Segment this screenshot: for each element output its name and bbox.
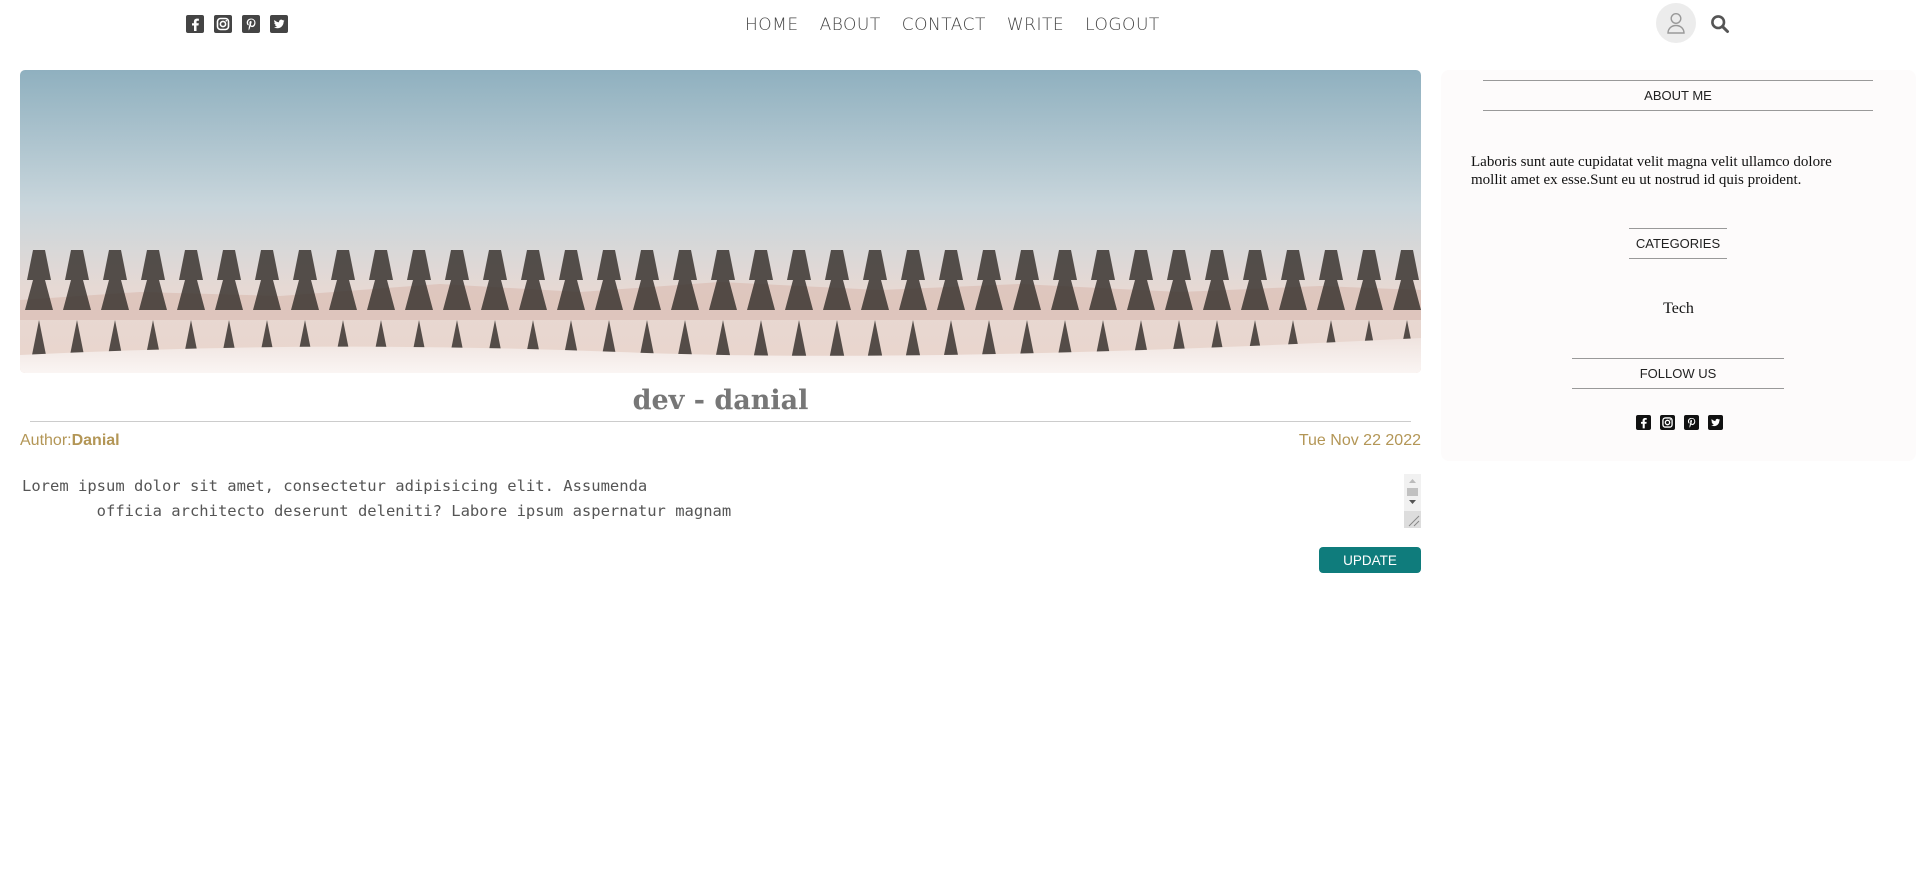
nav-write[interactable]: WRITE (1007, 13, 1064, 37)
resize-handle-icon[interactable] (1404, 511, 1421, 528)
sidebar-social-links (1636, 415, 1723, 430)
nav-contact[interactable]: CONTACT (902, 13, 986, 37)
nav-logout[interactable]: LOGOUT (1085, 13, 1160, 37)
avatar[interactable] (1656, 3, 1696, 43)
sidebar: ABOUT ME Laboris sunt aute cupidatat vel… (1441, 70, 1916, 461)
about-me-text: Laboris sunt aute cupidatat velit magna … (1471, 154, 1832, 188)
about-me-title: ABOUT ME (1483, 80, 1873, 111)
post-body-editor[interactable] (20, 474, 1421, 528)
nav-about[interactable]: ABOUT (820, 13, 881, 37)
pinterest-square-icon[interactable] (1684, 415, 1699, 430)
post-header-image (20, 70, 1421, 373)
post-title: dev - danial (632, 385, 809, 416)
follow-us-title: FOLLOW US (1572, 358, 1784, 389)
instagram-icon[interactable] (1660, 415, 1675, 430)
top-bar: HOME ABOUT CONTACT WRITE LOGOUT (0, 0, 1916, 50)
user-icon (1667, 12, 1685, 34)
category-item[interactable]: Tech (1441, 300, 1916, 318)
scroll-up-icon[interactable] (1404, 476, 1421, 486)
pinterest-square-icon[interactable] (242, 15, 260, 33)
editor-scrollbar[interactable] (1404, 474, 1421, 528)
categories-title: CATEGORIES (1629, 228, 1727, 259)
twitter-square-icon[interactable] (270, 15, 288, 33)
author-name[interactable]: Danial (72, 432, 120, 449)
facebook-square-icon[interactable] (186, 15, 204, 33)
facebook-square-icon[interactable] (1636, 415, 1651, 430)
update-button[interactable]: UPDATE (1319, 547, 1421, 573)
title-divider (30, 421, 1411, 422)
search-icon[interactable] (1710, 14, 1730, 34)
scroll-thumb[interactable] (1407, 488, 1418, 496)
author-label: Author: (20, 432, 72, 449)
header-social-links (186, 15, 288, 33)
post-author: Author:Danial (20, 432, 120, 450)
instagram-icon[interactable] (214, 15, 232, 33)
post-date: Tue Nov 22 2022 (1298, 432, 1421, 449)
main-nav: HOME ABOUT CONTACT WRITE LOGOUT (745, 13, 1160, 37)
scroll-down-icon[interactable] (1404, 497, 1421, 507)
post-meta: Author:Danial Tue Nov 22 2022 (20, 432, 1421, 454)
twitter-square-icon[interactable] (1708, 415, 1723, 430)
nav-home[interactable]: HOME (745, 13, 799, 37)
